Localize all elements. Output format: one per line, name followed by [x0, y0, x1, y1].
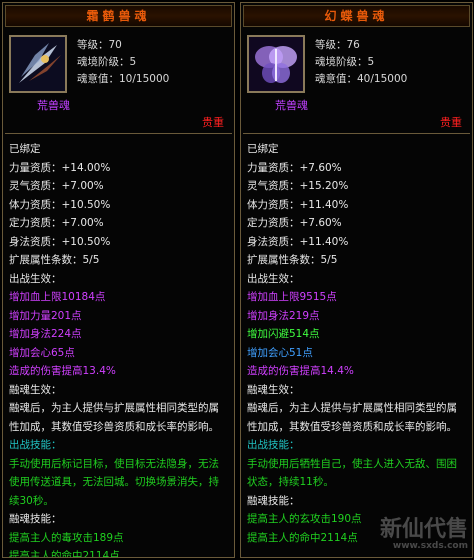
soul-intent-text: 魂意值：10/15000 — [77, 73, 170, 85]
level-text: 等级：76 — [315, 39, 360, 51]
soul-stats: 等级：70 魂境阶级：5 魂意值：10/15000 — [77, 37, 169, 88]
attr-line: 力量资质：+14.00% — [9, 161, 111, 174]
battle-effect: 增加血上限9515点 — [247, 291, 337, 303]
fusion-effect-label: 融魂生效： — [9, 383, 62, 396]
fusion-effect-label: 融魂生效： — [247, 383, 300, 396]
attr-line: 身法资质：+10.50% — [9, 235, 111, 248]
attr-line: 身法资质：+11.40% — [247, 235, 349, 248]
battle-effect: 造成的伤害提高14.4% — [247, 365, 354, 377]
battle-skill-desc: 手动使用后标记目标，使目标无法隐身，无法使用传送道具，无法回城。切换场景消失，持… — [9, 457, 219, 507]
battle-effect-label: 出战生效： — [247, 272, 300, 285]
attr-line: 定力资质：+7.00% — [9, 217, 104, 229]
rarity-label: 贵重 — [440, 116, 462, 129]
soul-card-frost-crane: 霜鹤兽魂 等级：70 魂境阶级：5 魂意值：10/15000 荒兽魂 贵重 已绑… — [2, 2, 235, 558]
attr-line: 体力资质：+11.40% — [247, 198, 349, 211]
attr-line: 灵气资质：+7.00% — [9, 180, 104, 192]
illusion-butterfly-soul-icon[interactable] — [247, 35, 305, 93]
card-title: 霜鹤兽魂 — [5, 5, 232, 27]
attr-line: 定力资质：+7.60% — [247, 217, 342, 229]
battle-effect: 增加身法224点 — [9, 328, 82, 340]
soul-card-illusion-butterfly: 幻蝶兽魂 等级：76 魂境阶级：5 魂意值：40/15000 荒兽魂 贵重 已绑… — [240, 2, 473, 558]
bound-status: 已绑定 — [247, 143, 279, 155]
attr-line: 灵气资质：+15.20% — [247, 180, 349, 192]
fusion-skill: 提高主人的命中2114点 — [9, 550, 120, 558]
battle-skill-desc: 手动使用后牺牲自己，使主人进入无敌、围困状态，持续11秒。 — [247, 457, 457, 489]
watermark-text: 新仙代售 — [379, 517, 468, 542]
battle-skill-label: 出战技能： — [9, 439, 62, 451]
level-text: 等级：70 — [77, 39, 122, 51]
fusion-skill-label: 融魂技能： — [247, 494, 300, 507]
battle-effect: 增加闪避514点 — [247, 328, 320, 340]
battle-effect: 增加血上限10184点 — [9, 291, 106, 303]
card-body: 已绑定 力量资质：+7.60% 灵气资质：+15.20% 体力资质：+11.40… — [241, 134, 472, 547]
soul-type-label: 荒兽魂 — [275, 99, 308, 112]
battle-effect: 增加会心65点 — [9, 346, 75, 359]
battle-effect: 造成的伤害提高13.4% — [9, 365, 116, 377]
soul-stats: 等级：76 魂境阶级：5 魂意值：40/15000 — [315, 37, 407, 88]
attr-line: 扩展属性条数：5/5 — [9, 254, 100, 266]
realm-rank-text: 魂境阶级：5 — [315, 56, 375, 68]
site-watermark: 新仙代售 www.sxds.com — [379, 517, 468, 552]
battle-effect: 增加身法219点 — [247, 309, 320, 322]
battle-effect: 增加会心51点 — [247, 346, 313, 359]
battle-skill-label: 出战技能： — [247, 439, 300, 451]
battle-effect-label: 出战生效： — [9, 272, 62, 285]
fusion-effect-desc: 融魂后，为主人提供与扩展属性相同类型的属性加成，其数值受珍兽资质和成长率的影响。 — [9, 402, 219, 433]
attr-line: 扩展属性条数：5/5 — [247, 254, 338, 266]
attr-line: 力量资质：+7.60% — [247, 161, 342, 174]
bound-status: 已绑定 — [9, 143, 41, 155]
battle-effect: 增加力量201点 — [9, 309, 82, 322]
realm-rank-text: 魂境阶级：5 — [77, 56, 137, 68]
fusion-skill-label: 融魂技能： — [9, 513, 62, 525]
soul-intent-text: 魂意值：40/15000 — [315, 73, 408, 85]
card-title: 幻蝶兽魂 — [243, 5, 470, 27]
soul-type-label: 荒兽魂 — [37, 99, 70, 112]
frost-crane-soul-icon[interactable] — [9, 35, 67, 93]
card-body: 已绑定 力量资质：+14.00% 灵气资质：+7.00% 体力资质：+10.50… — [3, 134, 234, 558]
fusion-skill: 提高主人的毒攻击189点 — [9, 531, 124, 544]
fusion-effect-desc: 融魂后，为主人提供与扩展属性相同类型的属性加成，其数值受珍兽资质和成长率的影响。 — [247, 402, 457, 433]
watermark-url: www.sxds.com — [392, 541, 468, 551]
attr-line: 体力资质：+10.50% — [9, 198, 111, 211]
rarity-label: 贵重 — [202, 116, 224, 129]
